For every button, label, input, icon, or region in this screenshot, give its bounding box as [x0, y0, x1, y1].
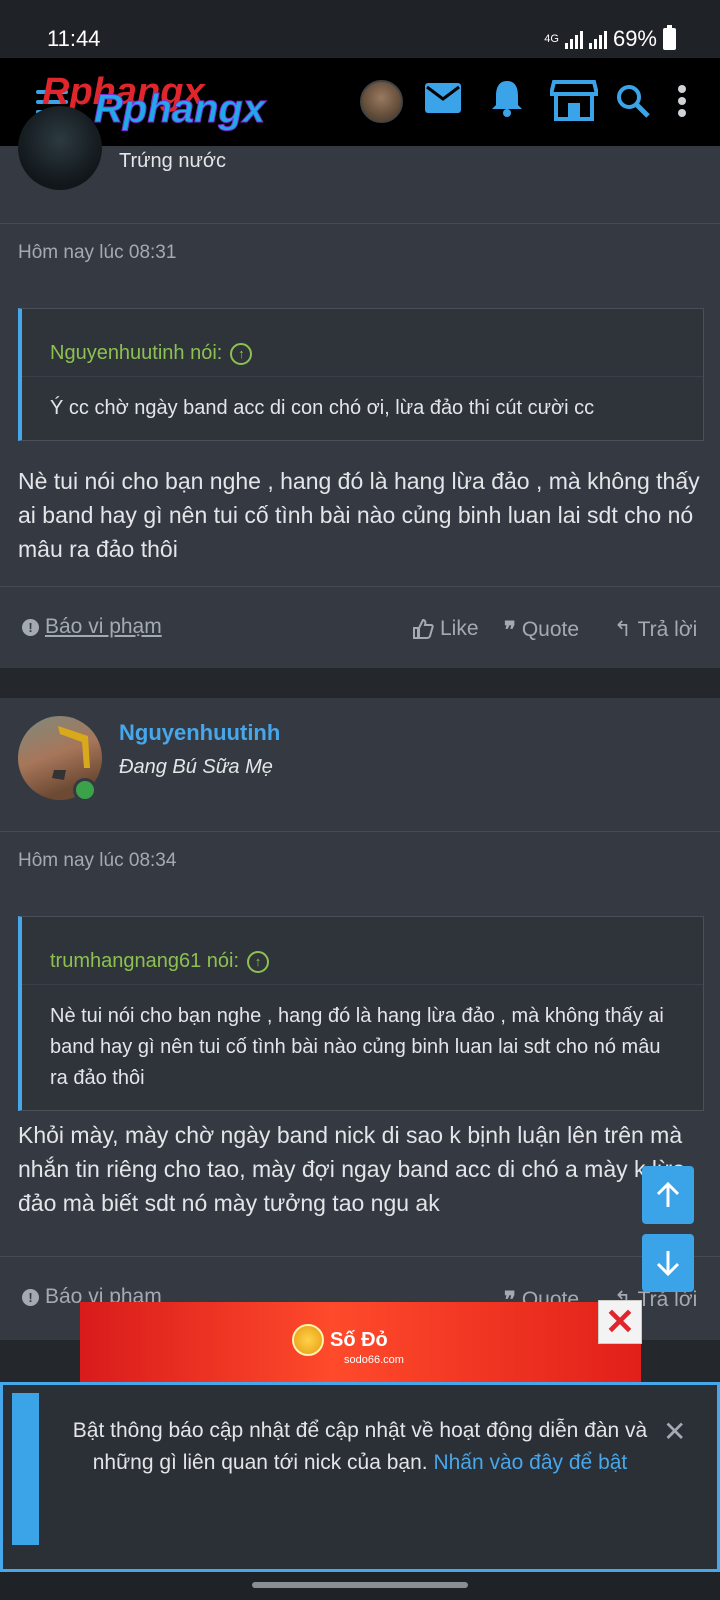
ad-brand: Số Đỏ	[330, 1328, 388, 1351]
arrow-up-circle-icon[interactable]: ↑	[247, 950, 270, 973]
status-bar: 11:44 4G 69%	[0, 0, 720, 58]
thumbs-up-icon	[413, 618, 434, 639]
status-indicators: 4G 69%	[544, 25, 676, 52]
post-1-quote-button[interactable]: ❞ Quote	[504, 617, 579, 643]
post-1-quote-head[interactable]: Nguyenhuutinh nói: ↑	[22, 309, 703, 377]
online-status-icon	[73, 778, 97, 802]
status-time: 11:44	[47, 26, 101, 51]
notice-text: Bật thông báo cập nhật để cập nhật về ho…	[65, 1415, 655, 1479]
post-separator	[0, 668, 720, 698]
post-2-quote-body: Nè tui nói cho bạn nghe , hang đó là han…	[50, 1005, 664, 1089]
reply-label: Trả lời	[637, 617, 698, 641]
quote-icon: ❞	[504, 617, 516, 642]
post-2-quote: trumhangnang61 nói: ↑ Nè tui nói cho bạn…	[18, 916, 704, 1111]
post-1-reply-button[interactable]: ↰ Trả lời	[614, 617, 697, 642]
ad-banner[interactable]: Số Đỏ sodo66.com	[80, 1302, 641, 1382]
user-avatar[interactable]	[360, 80, 403, 123]
network-type: 4G	[544, 33, 559, 45]
coin-icon	[292, 1324, 324, 1356]
arrow-down-icon	[656, 1251, 680, 1277]
search-icon[interactable]	[616, 84, 650, 118]
scroll-bottom-button[interactable]	[642, 1234, 694, 1292]
battery-icon	[663, 25, 676, 50]
enable-notifications-link[interactable]: Nhấn vào đây để bật	[433, 1451, 627, 1474]
post-1-like-button[interactable]: Like	[412, 617, 479, 641]
post-1-header: Trứng nước	[0, 106, 720, 224]
post-1-quote: Nguyenhuutinh nói: ↑ Ý cc chờ ngày band …	[18, 308, 704, 441]
more-icon[interactable]	[676, 84, 688, 118]
app-header: Rphangx Rphangx	[0, 58, 720, 146]
arrow-up-circle-icon[interactable]: ↑	[230, 342, 253, 365]
close-icon[interactable]: ✕	[663, 1415, 686, 1448]
store-icon[interactable]	[550, 78, 598, 122]
notification-prompt: Bật thông báo cập nhật để cập nhật về ho…	[0, 1382, 720, 1572]
ad-site: sodo66.com	[344, 1354, 404, 1366]
post-1-text: Nè tui nói cho bạn nghe , hang đó là han…	[18, 468, 700, 562]
mail-icon[interactable]	[424, 82, 462, 114]
reply-icon: ↰	[614, 618, 632, 641]
post-2-quote-head[interactable]: trumhangnang61 nói: ↑	[22, 917, 703, 985]
scroll-top-button[interactable]	[642, 1166, 694, 1224]
post-1-quote-author: Nguyenhuutinh nói:	[50, 342, 223, 364]
quote-label: Quote	[521, 618, 580, 641]
signal-icon-2	[588, 29, 607, 49]
ad-logo: Số Đỏ sodo66.com	[292, 1324, 404, 1366]
signal-icon	[564, 29, 583, 49]
alert-icon: !	[22, 1288, 39, 1306]
ad-close-icon[interactable]: ✕	[598, 1300, 642, 1344]
home-gesture-bar[interactable]	[252, 1582, 468, 1588]
arrow-up-icon	[656, 1181, 680, 1207]
bell-icon[interactable]	[490, 78, 524, 118]
post-1-report-button[interactable]: ! Báo vi phạm	[22, 615, 162, 639]
post-1: Trứng nước Hôm nay lúc 08:31 Nguyenhuuti…	[0, 106, 720, 670]
post-1-quote-body: Ý cc chờ ngày band acc di con chó ơi, lừ…	[50, 397, 595, 419]
post-2-username[interactable]: Nguyenhuutinh	[119, 720, 280, 746]
post-1-actions: ! Báo vi phạm Like ❞ Quote ↰ Trả lời	[0, 586, 720, 670]
post-2-user-title: Đang Bú Sữa Mẹ	[119, 756, 273, 778]
like-label: Like	[440, 617, 479, 640]
post-2-header: Nguyenhuutinh Đang Bú Sữa Mẹ	[0, 698, 720, 832]
post-2-text: Khỏi mày, mày chờ ngày band nick di sao …	[18, 1122, 686, 1216]
post-2: Nguyenhuutinh Đang Bú Sữa Mẹ Hôm nay lúc…	[0, 698, 720, 1340]
post-2-quote-author: trumhangnang61 nói:	[50, 950, 240, 972]
post-1-date[interactable]: Hôm nay lúc 08:31	[18, 242, 176, 264]
svg-text:Rphangx: Rphangx	[94, 87, 267, 131]
battery-percent: 69%	[612, 26, 657, 51]
notice-accent-bar	[12, 1393, 39, 1545]
report-label: Báo vi phạm	[45, 615, 162, 638]
alert-icon: !	[22, 618, 39, 636]
post-1-avatar[interactable]	[18, 106, 102, 190]
post-1-user-title: Trứng nước	[119, 150, 226, 172]
post-2-date[interactable]: Hôm nay lúc 08:34	[18, 850, 176, 872]
